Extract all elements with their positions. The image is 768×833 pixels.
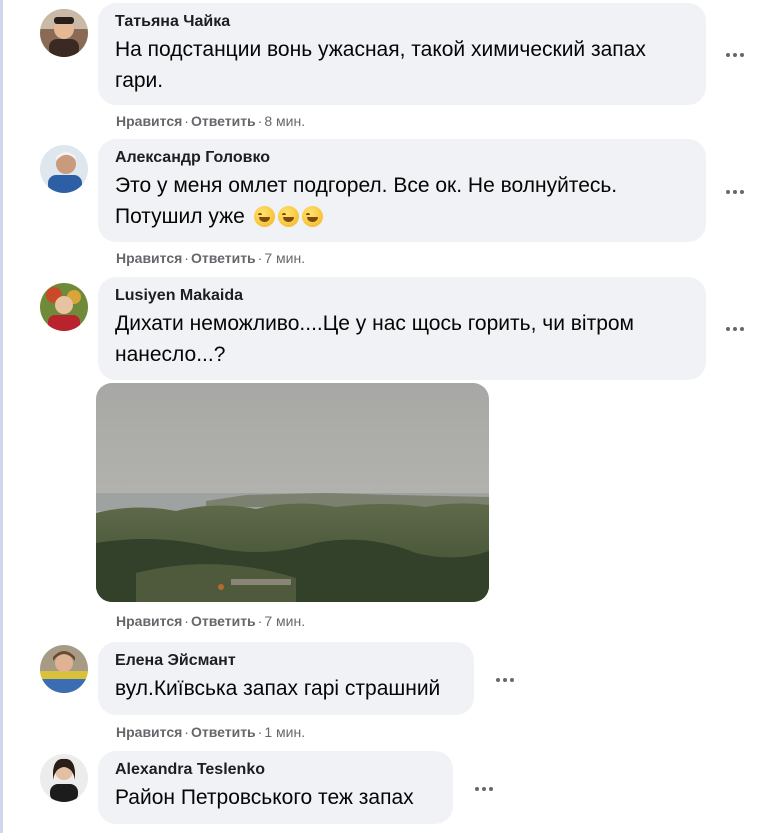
reply-link[interactable]: Ответить	[191, 724, 256, 740]
comment-bubble: Татьяна Чайка На подстанции вонь ужасная…	[98, 3, 706, 105]
separator: ·	[184, 613, 189, 629]
more-options-button[interactable]	[717, 318, 753, 340]
comment-actions: Нравится · Ответить · 1 мин.	[116, 723, 305, 741]
comment-bubble: Елена Эйсмант вул.Київська запах гарі ст…	[98, 642, 474, 715]
avatar-person-icon	[40, 283, 88, 331]
comment-author[interactable]: Александр Головко	[115, 148, 690, 168]
comment-text: вул.Київська запах гарі страшний	[115, 677, 441, 700]
separator: ·	[184, 724, 189, 740]
like-link[interactable]: Нравится	[116, 113, 182, 129]
comment-bubble: Alexandra Teslenko Район Петровського те…	[98, 751, 453, 824]
dot-icon	[740, 53, 744, 57]
dot-icon	[733, 190, 737, 194]
comment-actions: Нравится · Ответить · 8 мин.	[116, 112, 305, 130]
comment-text: На подстанции вонь ужасная, такой химиче…	[115, 38, 646, 92]
avatar[interactable]	[40, 9, 88, 57]
reply-link[interactable]: Ответить	[191, 613, 256, 629]
comment-text: Дихати неможливо....Це у нас щось горить…	[115, 312, 634, 366]
dot-icon	[733, 53, 737, 57]
separator: ·	[184, 113, 189, 129]
like-link[interactable]: Нравится	[116, 724, 182, 740]
comment-text: Район Петровського теж запах	[115, 786, 414, 809]
reply-link[interactable]: Ответить	[191, 250, 256, 266]
like-link[interactable]: Нравится	[116, 613, 182, 629]
comment-time[interactable]: 7 мин.	[264, 250, 305, 266]
like-link[interactable]: Нравится	[116, 250, 182, 266]
comment-text-content: Это у меня омлет подгорел. Все ок. Не во…	[115, 174, 618, 228]
comment-author[interactable]: Татьяна Чайка	[115, 12, 690, 32]
grinning-sweat-face-icon	[301, 206, 323, 227]
dot-icon	[726, 53, 730, 57]
comment-text: Это у меня омлет подгорел. Все ок. Не во…	[115, 170, 690, 232]
avatar-person-icon	[40, 645, 88, 693]
landscape-photo-image	[96, 383, 489, 602]
dot-icon	[740, 190, 744, 194]
separator: ·	[184, 250, 189, 266]
comment-bubble: Александр Головко Это у меня омлет подго…	[98, 139, 706, 242]
comment-time[interactable]: 8 мин.	[264, 113, 305, 129]
reply-link[interactable]: Ответить	[191, 113, 256, 129]
more-options-button[interactable]	[466, 778, 502, 800]
dot-icon	[503, 678, 507, 682]
dot-icon	[740, 327, 744, 331]
avatar[interactable]	[40, 283, 88, 331]
avatar-person-icon	[40, 145, 88, 193]
more-options-button[interactable]	[717, 44, 753, 66]
dot-icon	[733, 327, 737, 331]
grinning-sweat-face-icon	[277, 206, 299, 227]
comment-actions: Нравится · Ответить · 7 мин.	[116, 612, 305, 630]
comment-author[interactable]: Елена Эйсмант	[115, 651, 458, 671]
dot-icon	[726, 190, 730, 194]
comment-time[interactable]: 1 мин.	[264, 724, 305, 740]
more-options-button[interactable]	[487, 669, 523, 691]
dot-icon	[496, 678, 500, 682]
avatar-person-icon	[40, 9, 88, 57]
left-thread-rule	[0, 0, 3, 833]
comment-author[interactable]: Alexandra Teslenko	[115, 760, 437, 780]
avatar[interactable]	[40, 754, 88, 802]
avatar-person-icon	[40, 754, 88, 802]
dot-icon	[475, 787, 479, 791]
avatar[interactable]	[40, 645, 88, 693]
comment-time[interactable]: 7 мин.	[264, 613, 305, 629]
comment-actions: Нравится · Ответить · 7 мин.	[116, 249, 305, 267]
comment-bubble: Lusiyen Makaida Дихати неможливо....Це у…	[98, 277, 706, 380]
dot-icon	[489, 787, 493, 791]
avatar[interactable]	[40, 145, 88, 193]
dot-icon	[726, 327, 730, 331]
more-options-button[interactable]	[717, 181, 753, 203]
comment-author[interactable]: Lusiyen Makaida	[115, 286, 690, 306]
grinning-sweat-face-icon	[253, 206, 275, 227]
dot-icon	[482, 787, 486, 791]
dot-icon	[510, 678, 514, 682]
smoky-river-landscape-photo[interactable]	[96, 383, 489, 602]
